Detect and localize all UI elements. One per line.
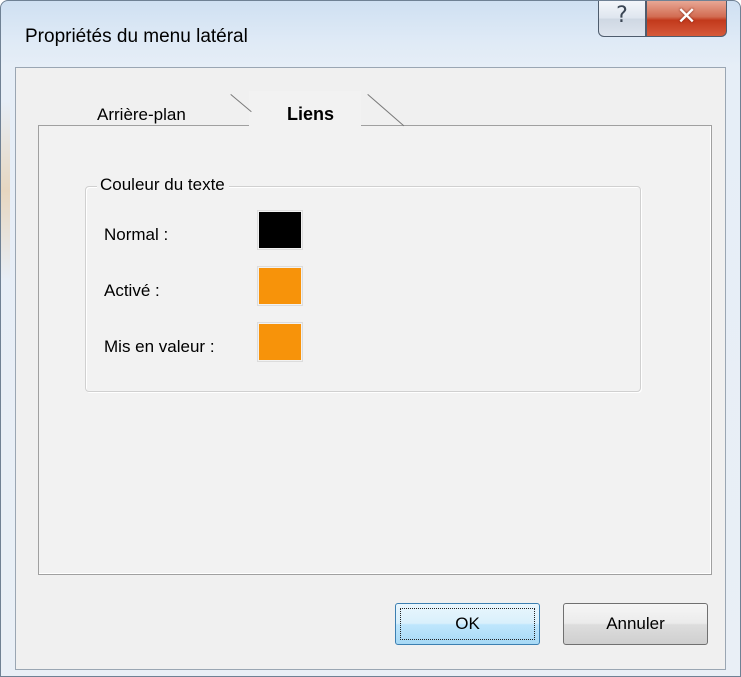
tab-arriere-plan[interactable]: Arrière-plan — [97, 105, 186, 125]
active-color-swatch[interactable] — [257, 266, 303, 306]
active-color-fill — [259, 268, 301, 304]
highlight-color-fill — [259, 324, 301, 360]
close-icon: ✕ — [676, 2, 697, 30]
tab-liens[interactable]: Liens — [287, 104, 334, 125]
normal-color-fill — [259, 212, 301, 248]
close-button[interactable]: ✕ — [646, 1, 727, 37]
help-button[interactable]: ? — [598, 1, 646, 37]
highlight-color-swatch[interactable] — [257, 322, 303, 362]
dialog-title: Propriétés du menu latéral — [25, 26, 248, 47]
tab-panel-border — [361, 125, 712, 126]
cancel-button[interactable]: Annuler — [563, 603, 708, 645]
normal-color-label: Normal : — [104, 225, 169, 244]
ok-button-label: OK — [455, 614, 480, 633]
groupbox-title: Couleur du texte — [97, 175, 229, 195]
help-icon: ? — [616, 3, 628, 28]
window-edge-decoration — [1, 101, 10, 281]
cancel-button-label: Annuler — [606, 614, 665, 633]
ok-button[interactable]: OK — [395, 603, 540, 645]
active-color-label: Activé : — [104, 281, 160, 300]
normal-color-swatch[interactable] — [257, 210, 303, 250]
tab-panel-border — [38, 125, 249, 126]
tab-panel-border — [38, 125, 39, 575]
dialog-window: Propriétés du menu latéral ? ✕ Arrière-p… — [0, 0, 741, 677]
text-color-groupbox — [85, 186, 641, 392]
highlight-color-label: Mis en valeur : — [104, 337, 215, 356]
